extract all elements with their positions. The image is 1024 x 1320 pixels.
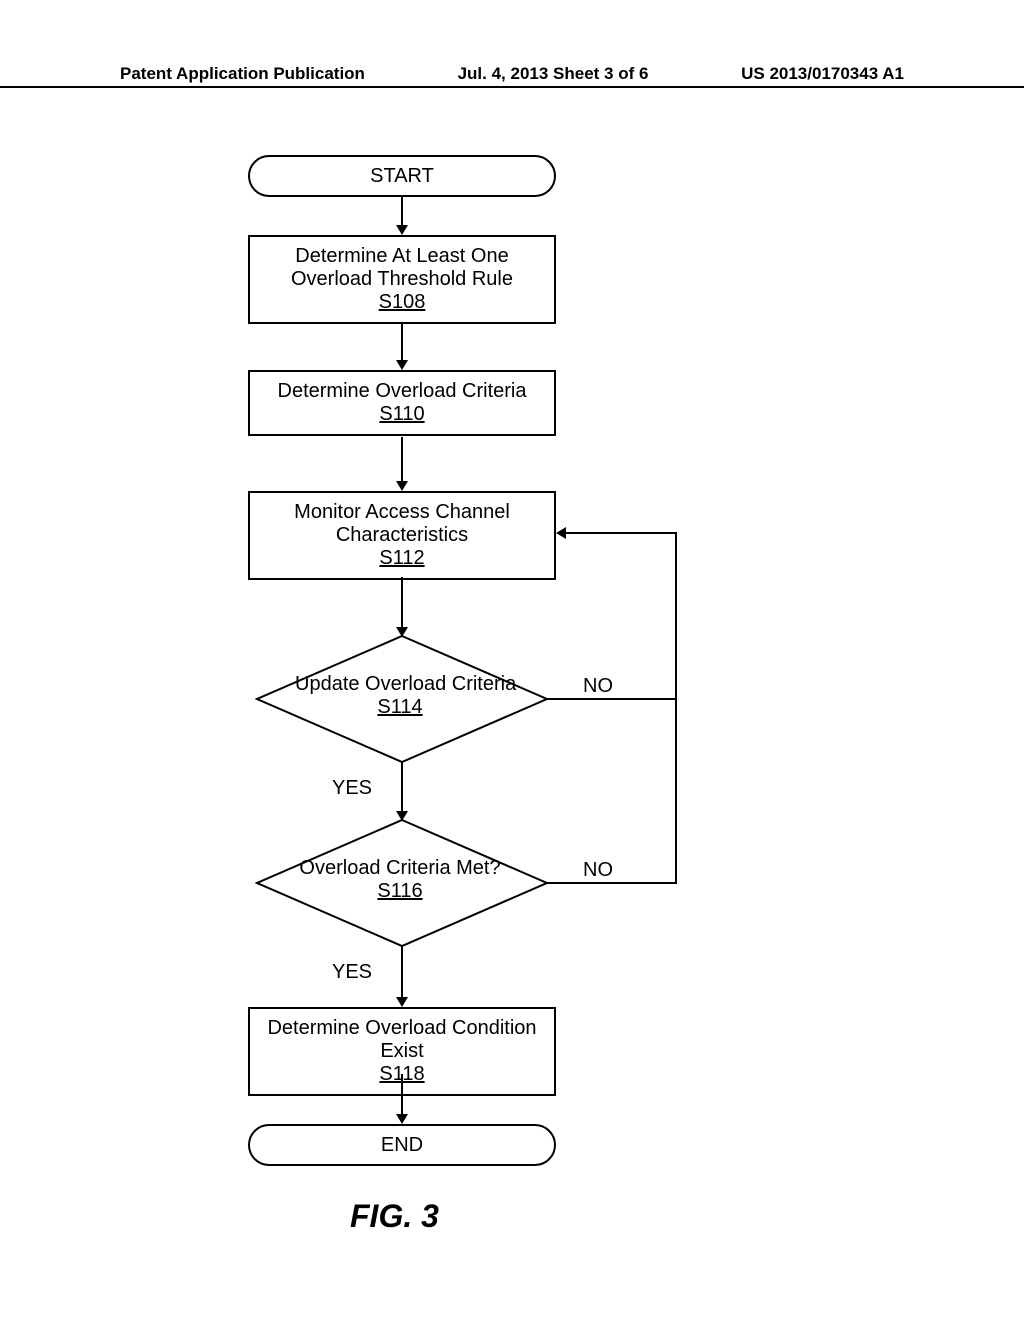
header-right-text: US 2013/0170343 A1: [741, 64, 904, 84]
arrow-s110-s112: [401, 437, 403, 484]
feedback-horizontal: [565, 532, 677, 534]
decision-s114: Update Overload Criteria S114: [295, 673, 505, 719]
s110-text: Determine Overload Criteria: [260, 380, 544, 403]
arrow-s112-s114: [401, 577, 403, 630]
figure-label: FIG. 3: [350, 1198, 439, 1235]
s108-ref: S108: [260, 291, 544, 314]
s112-ref: S112: [260, 547, 544, 570]
s110-ref: S110: [260, 403, 544, 426]
process-s108: Determine At Least One Overload Threshol…: [248, 235, 556, 324]
s116-ref: S116: [295, 880, 505, 903]
arrow-s114-no-h: [547, 698, 677, 700]
arrow-start-s108: [401, 197, 403, 227]
s108-text: Determine At Least One Overload Threshol…: [260, 245, 544, 291]
s112-text: Monitor Access Channel Characteristics: [260, 501, 544, 547]
process-s112: Monitor Access Channel Characteristics S…: [248, 491, 556, 580]
arrow-s114-yes: [401, 762, 403, 814]
end-label: END: [381, 1134, 423, 1156]
page-header: Patent Application Publication Jul. 4, 2…: [0, 86, 1024, 116]
terminal-end: END: [248, 1124, 556, 1166]
header-center-text: Jul. 4, 2013 Sheet 3 of 6: [458, 64, 649, 84]
arrowhead-s110-s112: [396, 481, 408, 491]
s116-text: Overload Criteria Met?: [295, 857, 505, 880]
arrowhead-start-s108: [396, 225, 408, 235]
s114-text: Update Overload Criteria: [295, 673, 505, 696]
arrow-s108-s110: [401, 323, 403, 363]
s114-no-label: NO: [583, 675, 613, 698]
arrow-s116-yes: [401, 946, 403, 1000]
s114-ref: S114: [295, 696, 505, 719]
arrowhead-s118-end: [396, 1114, 408, 1124]
arrowhead-s116-yes: [396, 997, 408, 1007]
feedback-vertical: [675, 533, 677, 884]
process-s110: Determine Overload Criteria S110: [248, 370, 556, 436]
s116-no-label: NO: [583, 859, 613, 882]
arrowhead-feedback: [556, 527, 566, 539]
header-left-text: Patent Application Publication: [120, 64, 365, 84]
start-label: START: [370, 165, 434, 187]
arrow-s116-no-h: [547, 882, 677, 884]
s114-yes-label: YES: [332, 777, 372, 800]
s116-yes-label: YES: [332, 961, 372, 984]
decision-s116: Overload Criteria Met? S116: [295, 857, 505, 903]
arrowhead-s108-s110: [396, 360, 408, 370]
s118-text: Determine Overload Condition Exist: [260, 1017, 544, 1063]
arrow-s118-end: [401, 1074, 403, 1117]
terminal-start: START: [248, 155, 556, 197]
